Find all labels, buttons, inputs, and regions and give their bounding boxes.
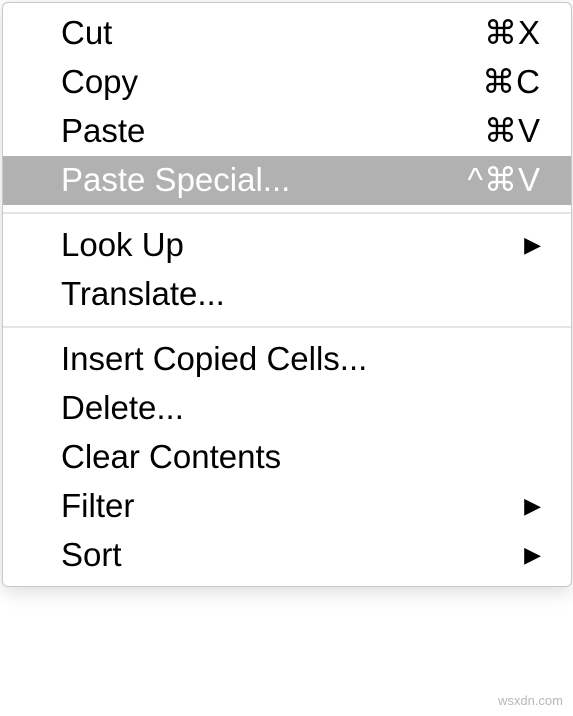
menu-item-paste[interactable]: Paste ⌘V (3, 107, 571, 156)
menu-item-label: Copy (61, 59, 482, 105)
menu-separator (3, 212, 571, 214)
menu-item-label: Delete... (61, 385, 541, 431)
menu-item-filter[interactable]: Filter ▶ (3, 482, 571, 531)
watermark-text: wsxdn.com (498, 693, 563, 708)
menu-item-sort[interactable]: Sort ▶ (3, 531, 571, 580)
menu-item-insert-copied-cells[interactable]: Insert Copied Cells... (3, 335, 571, 384)
menu-separator (3, 326, 571, 328)
submenu-arrow-icon: ▶ (524, 491, 541, 522)
submenu-arrow-icon: ▶ (524, 540, 541, 571)
menu-item-shortcut: ⌘X (484, 10, 541, 56)
menu-item-clear-contents[interactable]: Clear Contents (3, 433, 571, 482)
menu-item-label: Cut (61, 10, 484, 56)
submenu-arrow-icon: ▶ (524, 230, 541, 261)
menu-item-paste-special[interactable]: Paste Special... ^⌘V (3, 156, 571, 205)
menu-item-label: Sort (61, 532, 514, 578)
menu-item-delete[interactable]: Delete... (3, 384, 571, 433)
menu-item-label: Paste Special... (61, 157, 468, 203)
menu-item-translate[interactable]: Translate... (3, 270, 571, 319)
menu-item-shortcut: ^⌘V (468, 157, 542, 203)
context-menu: Cut ⌘X Copy ⌘C Paste ⌘V Paste Special...… (2, 2, 572, 587)
menu-item-cut[interactable]: Cut ⌘X (3, 9, 571, 58)
menu-item-label: Clear Contents (61, 434, 541, 480)
menu-item-label: Insert Copied Cells... (61, 336, 541, 382)
menu-item-look-up[interactable]: Look Up ▶ (3, 221, 571, 270)
menu-item-label: Paste (61, 108, 484, 154)
menu-item-copy[interactable]: Copy ⌘C (3, 58, 571, 107)
menu-item-shortcut: ⌘V (484, 108, 541, 154)
menu-item-label: Look Up (61, 222, 514, 268)
menu-item-label: Translate... (61, 271, 541, 317)
menu-item-label: Filter (61, 483, 514, 529)
menu-item-shortcut: ⌘C (482, 59, 541, 105)
